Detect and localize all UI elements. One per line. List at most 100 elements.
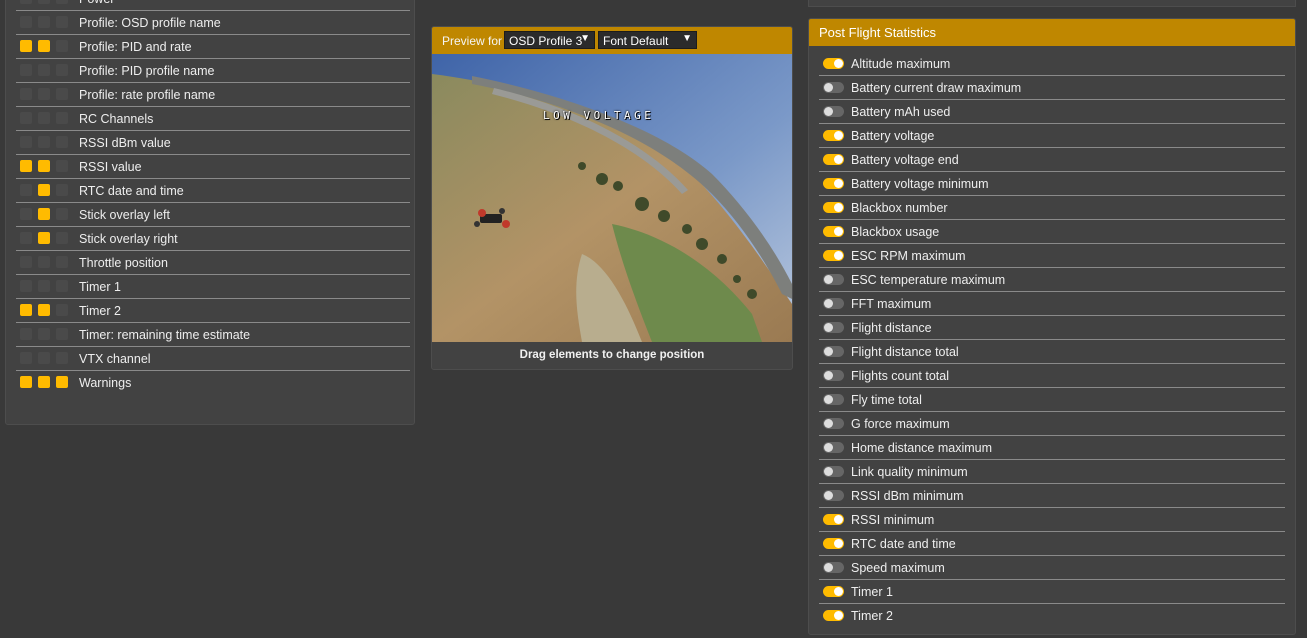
stat-toggle-switch[interactable] [823,466,844,477]
profile-2-checkbox[interactable] [38,352,50,364]
stat-toggle-switch[interactable] [823,130,844,141]
osd-preview-canvas[interactable]: LOW VOLTAGE [432,54,792,342]
profile-1-checkbox[interactable] [20,304,32,316]
profile-1-checkbox[interactable] [20,0,32,4]
stat-toggle-switch[interactable] [823,202,844,213]
profile-2-checkbox[interactable] [38,0,50,4]
stat-toggle-switch[interactable] [823,418,844,429]
profile-3-checkbox[interactable] [56,256,68,268]
osd-element-label: RC Channels [79,112,154,126]
stat-toggle-switch[interactable] [823,586,844,597]
stat-toggle-switch[interactable] [823,538,844,549]
profile-2-checkbox[interactable] [38,256,50,268]
profile-3-checkbox[interactable] [56,0,68,4]
stat-toggle-switch[interactable] [823,370,844,381]
profile-3-checkbox[interactable] [56,88,68,100]
profile-1-checkbox[interactable] [20,16,32,28]
stat-toggle-switch[interactable] [823,322,844,333]
profile-3-checkbox[interactable] [56,376,68,388]
stat-toggle-switch[interactable] [823,106,844,117]
toggle-knob [824,443,833,452]
osd-warning-text[interactable]: LOW VOLTAGE [543,109,654,122]
stat-toggle-switch[interactable] [823,442,844,453]
profile-3-checkbox[interactable] [56,40,68,52]
profile-2-checkbox[interactable] [38,40,50,52]
profile-2-checkbox[interactable] [38,208,50,220]
stat-label: Battery voltage minimum [851,177,989,191]
profile-1-checkbox[interactable] [20,136,32,148]
toggle-knob [834,179,843,188]
osd-element-label: Timer 2 [79,304,121,318]
post-flight-stat-row: Timer 2 [819,604,1285,628]
osd-element-row: Profile: PID and rate [16,35,410,59]
stat-label: RSSI dBm minimum [851,489,964,503]
profile-2-checkbox[interactable] [38,16,50,28]
profile-3-checkbox[interactable] [56,112,68,124]
stat-toggle-switch[interactable] [823,274,844,285]
profile-2-checkbox[interactable] [38,136,50,148]
font-select[interactable]: Font Default ▼ [598,31,697,49]
profile-2-checkbox[interactable] [38,280,50,292]
profile-1-checkbox[interactable] [20,112,32,124]
profile-2-checkbox[interactable] [38,160,50,172]
stat-toggle-switch[interactable] [823,610,844,621]
stat-toggle-switch[interactable] [823,226,844,237]
chevron-down-icon: ▼ [682,33,692,44]
profile-1-checkbox[interactable] [20,256,32,268]
profile-3-checkbox[interactable] [56,328,68,340]
profile-1-checkbox[interactable] [20,160,32,172]
profile-3-checkbox[interactable] [56,160,68,172]
profile-1-checkbox[interactable] [20,280,32,292]
preview-header: Preview for OSD Profile 3 ▼ Font Default… [432,27,792,54]
profile-2-checkbox[interactable] [38,376,50,388]
post-flight-stat-row: Altitude maximum [819,52,1285,76]
post-flight-stat-row: Battery current draw maximum [819,76,1285,100]
profile-2-checkbox[interactable] [38,64,50,76]
stat-toggle-switch[interactable] [823,394,844,405]
stat-toggle-switch[interactable] [823,58,844,69]
profile-2-checkbox[interactable] [38,232,50,244]
profile-2-checkbox[interactable] [38,304,50,316]
profile-1-checkbox[interactable] [20,64,32,76]
stat-toggle-switch[interactable] [823,82,844,93]
stat-label: Battery mAh used [851,105,951,119]
stat-label: FFT maximum [851,297,932,311]
stat-toggle-switch[interactable] [823,298,844,309]
toggle-knob [824,299,833,308]
stat-toggle-switch[interactable] [823,514,844,525]
profile-2-checkbox[interactable] [38,328,50,340]
profile-1-checkbox[interactable] [20,232,32,244]
profile-3-checkbox[interactable] [56,136,68,148]
profile-2-checkbox[interactable] [38,112,50,124]
profile-1-checkbox[interactable] [20,376,32,388]
osd-element-label: Stick overlay left [79,208,171,222]
osd-profile-select[interactable]: OSD Profile 3 ▼ [504,31,595,49]
stat-toggle-switch[interactable] [823,154,844,165]
osd-element-label: Power [79,0,114,6]
profile-2-checkbox[interactable] [38,88,50,100]
profile-2-checkbox[interactable] [38,184,50,196]
profile-3-checkbox[interactable] [56,304,68,316]
profile-1-checkbox[interactable] [20,352,32,364]
stat-toggle-switch[interactable] [823,346,844,357]
profile-1-checkbox[interactable] [20,328,32,340]
profile-3-checkbox[interactable] [56,352,68,364]
stat-toggle-switch[interactable] [823,178,844,189]
profile-1-checkbox[interactable] [20,208,32,220]
toggle-knob [834,539,843,548]
top-panel-edge [808,0,1296,7]
profile-3-checkbox[interactable] [56,280,68,292]
profile-3-checkbox[interactable] [56,232,68,244]
profile-1-checkbox[interactable] [20,88,32,100]
profile-3-checkbox[interactable] [56,184,68,196]
profile-1-checkbox[interactable] [20,184,32,196]
profile-3-checkbox[interactable] [56,16,68,28]
profile-3-checkbox[interactable] [56,64,68,76]
osd-element-row: RSSI dBm value [16,131,410,155]
stat-toggle-switch[interactable] [823,490,844,501]
profile-1-checkbox[interactable] [20,40,32,52]
stat-toggle-switch[interactable] [823,250,844,261]
toggle-knob [824,347,833,356]
profile-3-checkbox[interactable] [56,208,68,220]
stat-toggle-switch[interactable] [823,562,844,573]
